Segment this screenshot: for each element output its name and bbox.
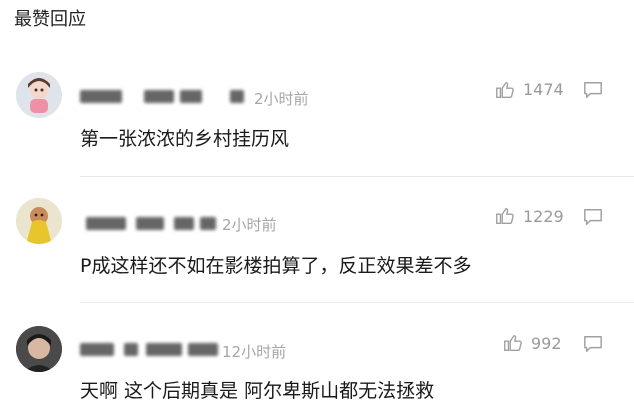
comment-bubble-icon[interactable] xyxy=(582,334,604,354)
thumbs-up-icon[interactable] xyxy=(494,79,516,101)
comment-text: 第一张浓浓的乡村挂历风 xyxy=(80,128,290,150)
username-blurred[interactable] xyxy=(80,86,250,108)
comment-text: 天啊 这个后期真是 阿尔卑斯山都无法拯救 xyxy=(80,380,435,402)
like-count: 992 xyxy=(531,334,562,353)
avatar[interactable] xyxy=(16,72,62,118)
comment-text: P成这样还不如在影楼拍算了，反正效果差不多 xyxy=(80,255,472,277)
comment-time: 12小时前 xyxy=(222,343,287,361)
like-count: 1474 xyxy=(523,80,564,99)
avatar[interactable] xyxy=(16,198,62,244)
comment-time: 2小时前 xyxy=(254,90,309,108)
comment-bubble-icon[interactable] xyxy=(582,80,604,100)
username-blurred[interactable] xyxy=(80,339,220,361)
thumbs-up-icon[interactable] xyxy=(494,205,516,227)
comment-bubble-icon[interactable] xyxy=(582,207,604,227)
like-count: 1229 xyxy=(523,207,564,226)
avatar[interactable] xyxy=(16,326,62,372)
comment-time: 2小时前 xyxy=(222,216,277,234)
username-blurred[interactable] xyxy=(80,213,220,235)
thumbs-up-icon[interactable] xyxy=(502,332,524,354)
section-title: 最赞回应 xyxy=(14,9,86,30)
divider xyxy=(80,176,634,177)
divider xyxy=(80,302,634,303)
